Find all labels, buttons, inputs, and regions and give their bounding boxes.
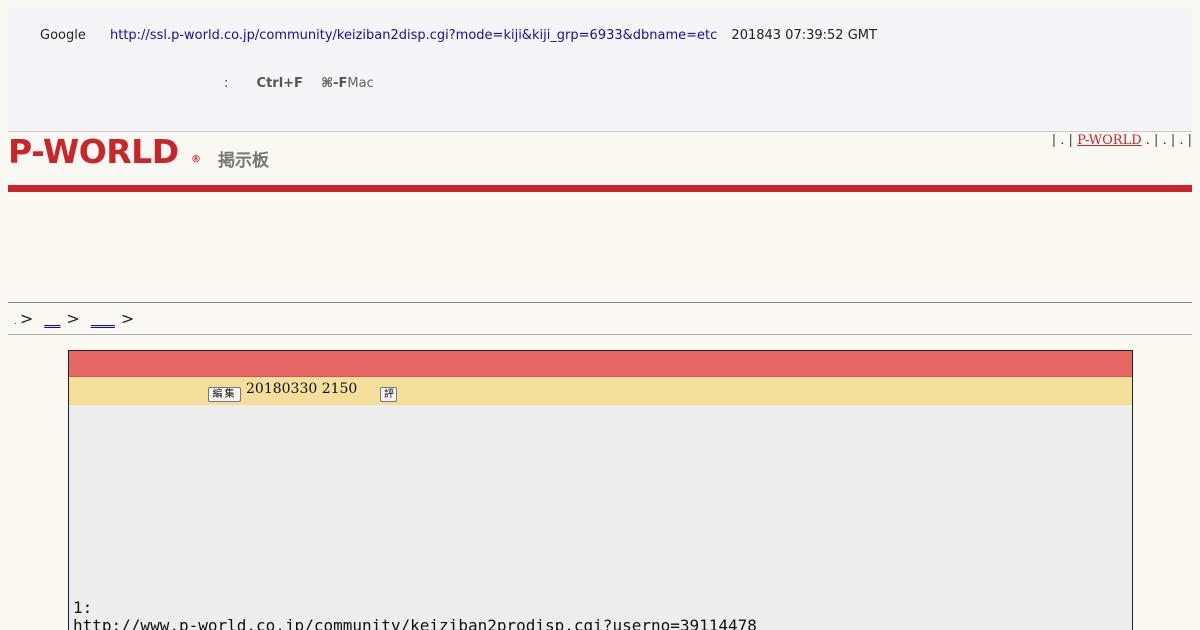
shortcut-mac-label: Mac [347, 76, 374, 91]
hint-colon: : [224, 76, 229, 91]
cache-info-line: Google http://ssl.p-world.co.jp/communit… [40, 28, 877, 43]
breadcrumb-top-divider [8, 302, 1192, 303]
site-header: P-WORLD ® 掲示板 | . | P-WORLD . | . | . | [8, 133, 1192, 192]
thread-panel: 編集 20180330 2150 評 1: http://www.p-world… [68, 350, 1133, 630]
pworld-logo[interactable]: P-WORLD [8, 134, 179, 170]
post-body: 1: http://www.p-world.co.jp/community/ke… [73, 599, 757, 630]
breadcrumb-separator: > [19, 309, 34, 328]
breadcrumb-link-board[interactable]: ___ [91, 309, 115, 328]
breadcrumb-separator: > [120, 309, 135, 328]
top-nav-links: | . | P-WORLD . | . | . | [1052, 133, 1192, 148]
cache-banner: Google http://ssl.p-world.co.jp/communit… [8, 8, 1192, 132]
top-links-prefix: | . | [1051, 133, 1073, 148]
shortcut-ctrl-f: Ctrl+F [256, 76, 303, 91]
registered-mark: ® [191, 154, 201, 165]
cached-page-url-link[interactable]: http://ssl.p-world.co.jp/community/keizi… [110, 28, 717, 43]
board-title: 掲示板 [218, 151, 269, 171]
cache-source-label: Google [40, 28, 86, 43]
thread-post-date: 20180330 2150 [246, 381, 358, 397]
cache-snapshot-date: 201843 07:39:52 GMT [731, 28, 877, 43]
header-red-divider [8, 185, 1192, 192]
pworld-home-link[interactable]: P-WORLD [1077, 133, 1142, 148]
rate-button[interactable]: 評 [380, 387, 397, 402]
post-number: 1: [73, 598, 93, 617]
breadcrumb-separator: > [66, 309, 80, 328]
cache-search-hint: : Ctrl+F ⌘-FMac [224, 76, 374, 91]
post-profile-link[interactable]: http://www.p-world.co.jp/community/keizi… [73, 617, 757, 630]
breadcrumb-home-dot[interactable]: . [14, 317, 17, 327]
breadcrumb-link-category[interactable]: __ [44, 309, 60, 328]
shortcut-cmd-f: ⌘-F [321, 76, 348, 91]
top-links-suffix: . | . | . | [1145, 133, 1192, 148]
edit-button[interactable]: 編集 [208, 387, 241, 402]
breadcrumb-bottom-divider [8, 334, 1192, 335]
breadcrumb: . > __ > ___ > [14, 309, 134, 328]
thread-title-bar [69, 351, 1132, 377]
thread-meta-bar: 編集 20180330 2150 評 [69, 377, 1132, 405]
